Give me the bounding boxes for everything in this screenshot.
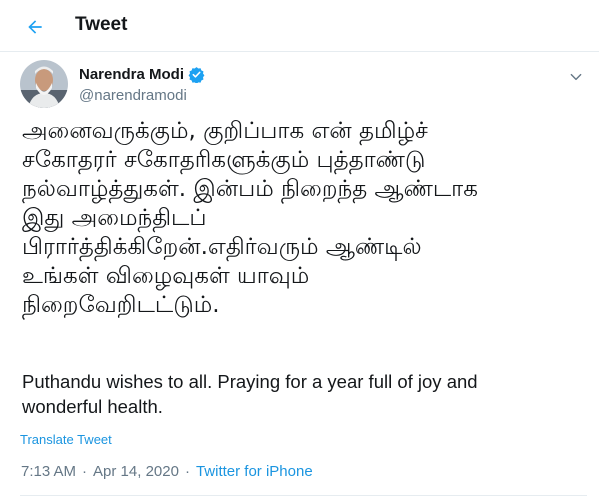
arrow-left-icon — [28, 20, 42, 34]
tweet-line: அனைவருக்கும், குறிப்பாக என் தமிழ்ச் — [22, 118, 428, 144]
page-title: Tweet — [75, 14, 128, 35]
author-handle[interactable]: @narendramodi — [79, 87, 187, 104]
separator-dot: · — [82, 463, 88, 480]
tweet-line: இது அமைந்திடப் — [22, 205, 207, 231]
tweet-time[interactable]: 7:13 AM — [21, 463, 76, 480]
tweet-source-link[interactable]: Twitter for iPhone — [196, 463, 313, 480]
tweet-text-english: Puthandu wishes to all. Praying for a ye… — [22, 369, 587, 419]
tweet-line: உங்கள் விழைவுகள் யாவும் — [22, 263, 310, 289]
chevron-down-icon — [570, 73, 582, 81]
profile-photo — [20, 60, 68, 108]
tweet-line: நிறைவேறிடட்டும். — [22, 292, 220, 318]
tweet-line: wonderful health. — [22, 396, 163, 417]
verified-badge-icon — [188, 66, 205, 83]
back-button[interactable] — [18, 10, 52, 44]
tweet-line: சகோதரர் சகோதரிகளுக்கும் புத்தாண்டு — [22, 147, 426, 173]
tweet-metadata: 7:13 AM · Apr 14, 2020 · Twitter for iPh… — [21, 463, 313, 480]
tweet-date[interactable]: Apr 14, 2020 — [93, 463, 179, 480]
author-name-text: Narendra Modi — [79, 66, 185, 83]
divider — [20, 495, 587, 496]
tweet-line: Puthandu wishes to all. Praying for a ye… — [22, 371, 478, 392]
author-name[interactable]: Narendra Modi — [79, 66, 205, 83]
tweet-text-tamil: அனைவருக்கும், குறிப்பாக என் தமிழ்ச் சகோத… — [22, 117, 587, 320]
translate-tweet-link[interactable]: Translate Tweet — [20, 432, 112, 447]
more-options-button[interactable] — [565, 66, 587, 88]
tweet-header: Tweet — [0, 0, 599, 52]
separator-dot: · — [184, 463, 190, 480]
tweet-line: நல்வாழ்த்துகள். இன்பம் நிறைந்த ஆண்டாக — [22, 176, 478, 202]
tweet-line: பிரார்த்திக்கிறேன்.எதிர்வரும் ஆண்டில் — [22, 234, 422, 260]
avatar[interactable] — [20, 60, 68, 108]
